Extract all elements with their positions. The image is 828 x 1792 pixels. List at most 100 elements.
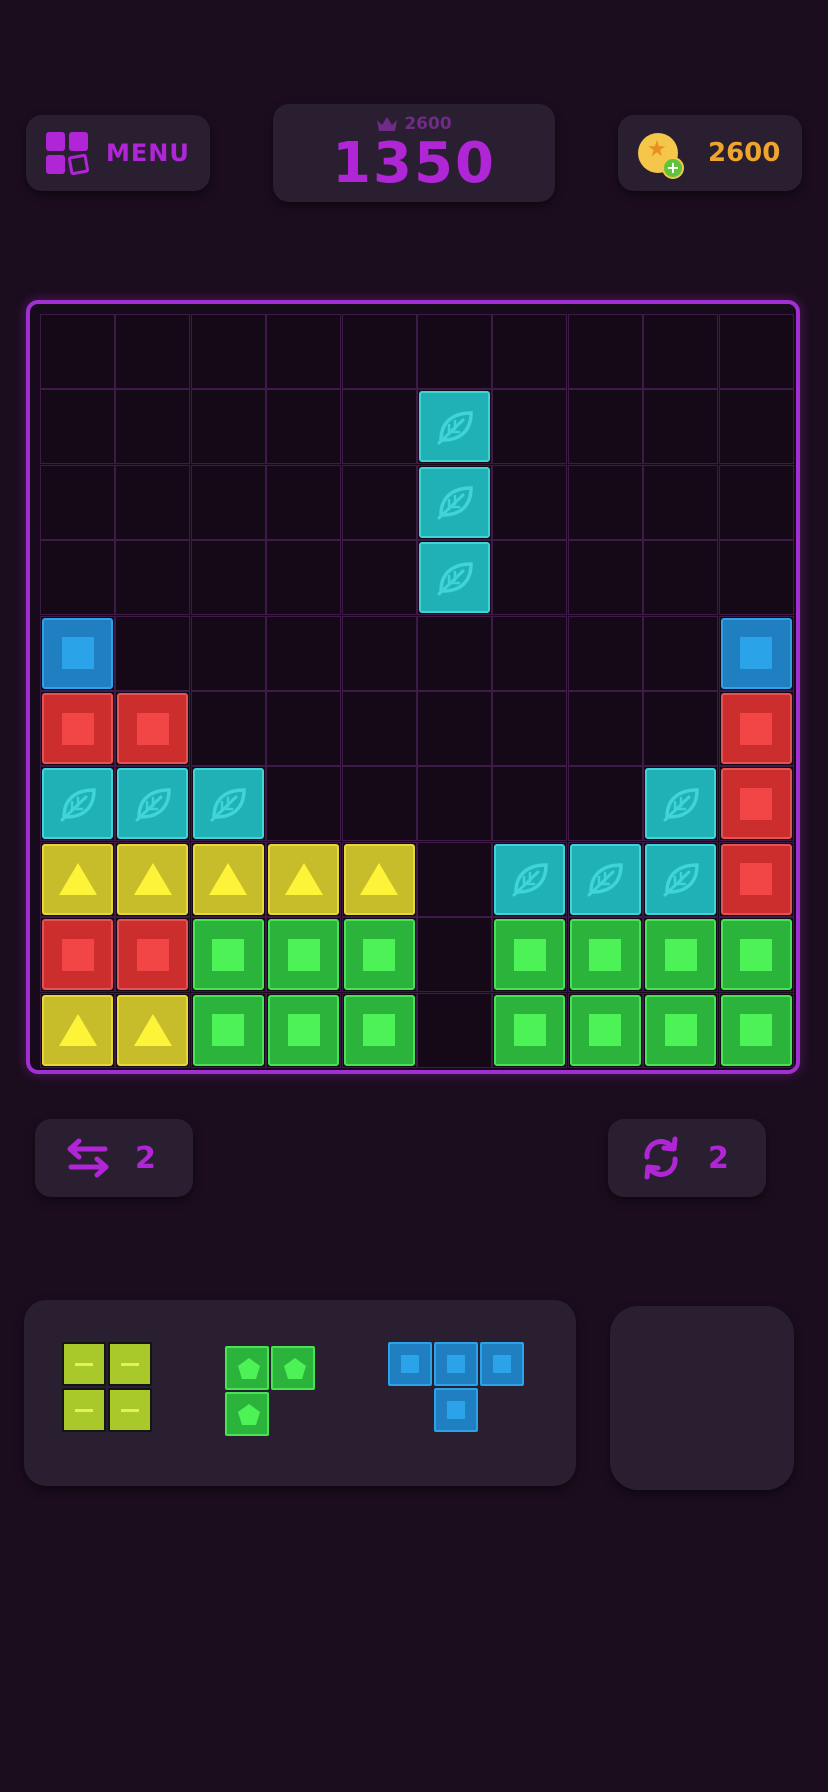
green-block — [192, 919, 264, 991]
hold-slot[interactable] — [610, 1306, 794, 1490]
board-cell[interactable] — [115, 314, 191, 389]
pentagon-icon — [238, 1404, 260, 1425]
board-cell[interactable] — [190, 389, 266, 465]
board-cell[interactable] — [40, 464, 115, 540]
menu-label: MENU — [106, 139, 190, 167]
board-cell[interactable] — [115, 389, 191, 465]
board-cell[interactable] — [643, 389, 719, 465]
square-icon — [740, 712, 773, 745]
add-coins-icon[interactable]: + — [662, 157, 684, 179]
board-cell[interactable] — [266, 314, 342, 389]
board-cell[interactable] — [190, 691, 266, 766]
piece-cell — [434, 1342, 478, 1386]
board-cell[interactable] — [492, 314, 568, 389]
cyan-block — [494, 843, 566, 915]
board-cell[interactable] — [190, 464, 266, 540]
pentagon-icon — [284, 1358, 306, 1379]
board-cell[interactable] — [492, 464, 568, 540]
board-cell[interactable] — [341, 314, 417, 389]
swap-count: 2 — [135, 1140, 156, 1176]
board-cell[interactable] — [266, 464, 342, 540]
board-cell[interactable] — [115, 540, 191, 616]
board-cell[interactable] — [190, 615, 266, 691]
board-cell[interactable] — [718, 389, 794, 465]
board-cell[interactable] — [567, 615, 643, 691]
board-cell[interactable] — [643, 314, 719, 389]
board-cell[interactable] — [492, 389, 568, 465]
board-cell[interactable] — [266, 615, 342, 691]
board-cell[interactable] — [40, 540, 115, 616]
rotate-button[interactable]: 2 — [608, 1119, 766, 1197]
board-cell[interactable] — [266, 691, 342, 766]
board-cell[interactable] — [643, 691, 719, 766]
board-cell[interactable] — [40, 314, 115, 389]
board-cell[interactable] — [643, 615, 719, 691]
board-cell[interactable] — [492, 540, 568, 616]
piece-cell — [388, 1342, 432, 1386]
cyan-block — [42, 768, 113, 840]
board-cell[interactable] — [492, 691, 568, 766]
square-icon — [664, 938, 697, 971]
board-cell[interactable] — [341, 766, 417, 842]
board-cell[interactable] — [190, 540, 266, 616]
piece-cell — [434, 1388, 478, 1432]
board-cell[interactable] — [417, 992, 492, 1068]
square-icon — [493, 1355, 511, 1373]
green-block — [494, 919, 566, 991]
board-cell[interactable] — [567, 464, 643, 540]
square-icon — [740, 863, 773, 896]
board-cell[interactable] — [643, 464, 719, 540]
board-cell[interactable] — [341, 691, 417, 766]
board-cell[interactable] — [266, 766, 342, 842]
board-cell[interactable] — [115, 464, 191, 540]
menu-button[interactable]: MENU — [26, 115, 210, 191]
green-block — [343, 994, 415, 1066]
red-block — [720, 768, 792, 840]
board-cell[interactable] — [567, 540, 643, 616]
board-cell[interactable] — [417, 917, 492, 993]
square-icon — [740, 637, 773, 670]
board-cell[interactable] — [115, 615, 191, 691]
rotate-icon — [644, 1136, 678, 1180]
square-icon — [61, 712, 94, 745]
board-cell[interactable] — [567, 766, 643, 842]
dash-icon — [121, 1409, 139, 1412]
board-cell[interactable] — [718, 314, 794, 389]
current-score: 1350 — [332, 131, 496, 196]
board-cell[interactable] — [718, 540, 794, 616]
yellow-block — [42, 994, 113, 1066]
board-cell[interactable] — [341, 464, 417, 540]
board-cell[interactable] — [417, 766, 492, 842]
board-cell[interactable] — [492, 766, 568, 842]
board-cell[interactable] — [567, 314, 643, 389]
score-panel: 2600 1350 — [273, 104, 555, 202]
board-cell[interactable] — [567, 389, 643, 465]
cyan-block — [117, 768, 189, 840]
piece-tray — [24, 1300, 576, 1486]
board-cell[interactable] — [40, 389, 115, 465]
green-block — [343, 919, 415, 991]
board-cell[interactable] — [341, 540, 417, 616]
board-cell[interactable] — [643, 540, 719, 616]
piece-cell — [62, 1388, 106, 1432]
coins-button[interactable]: ★ + 2600 — [618, 115, 802, 191]
board-cell[interactable] — [266, 540, 342, 616]
board-cell[interactable] — [567, 691, 643, 766]
cyan-block — [645, 768, 717, 840]
triangle-icon — [58, 1014, 97, 1047]
red-block — [42, 693, 113, 764]
board-cell[interactable] — [417, 615, 492, 691]
piece-cell — [225, 1346, 269, 1390]
board-cell[interactable] — [417, 691, 492, 766]
swap-button[interactable]: 2 — [35, 1119, 193, 1197]
board-cell[interactable] — [341, 615, 417, 691]
board-cell[interactable] — [417, 314, 492, 389]
board-cell[interactable] — [492, 615, 568, 691]
board-cell[interactable] — [718, 464, 794, 540]
board-cell[interactable] — [190, 314, 266, 389]
board-cell[interactable] — [266, 389, 342, 465]
board-grid[interactable] — [40, 314, 794, 1068]
board-cell[interactable] — [417, 841, 492, 917]
cyan-block — [645, 843, 717, 915]
board-cell[interactable] — [341, 389, 417, 465]
